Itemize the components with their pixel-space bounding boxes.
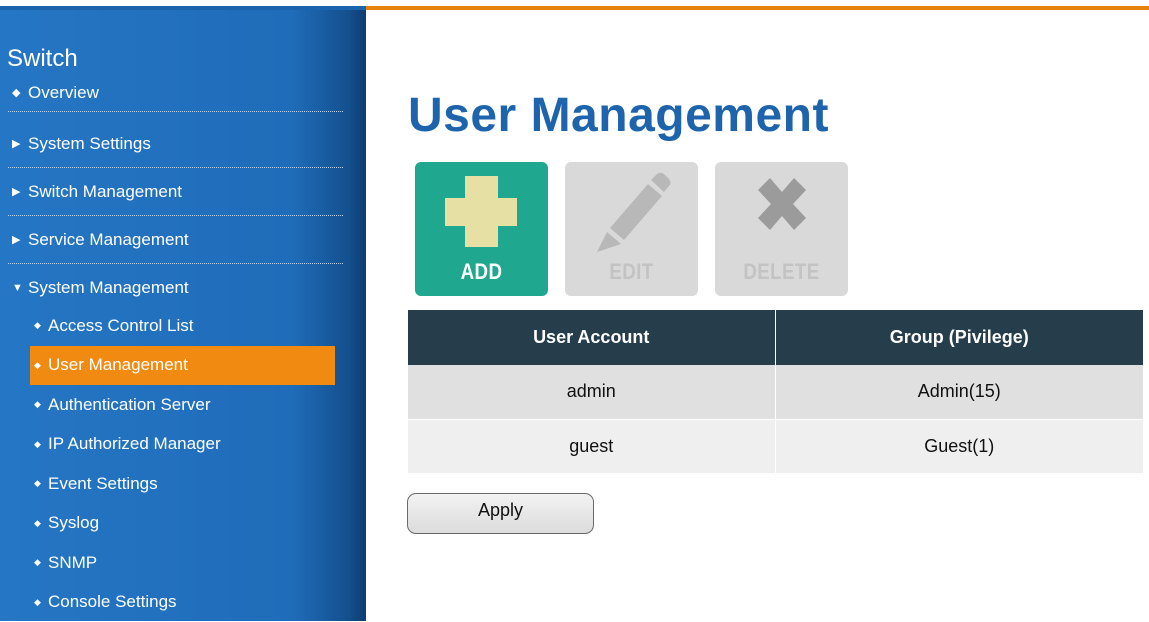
sidebar-item-label: System Settings: [28, 134, 151, 154]
cell-group: Guest(1): [775, 419, 1143, 473]
sidebar-item-label: Event Settings: [48, 474, 158, 494]
sidebar-item-label: Syslog: [48, 513, 99, 533]
sidebar-item-label: SNMP: [48, 553, 97, 573]
cell-user-account: guest: [408, 419, 775, 473]
column-header-user-account: User Account: [408, 310, 775, 365]
sidebar-submenu: ◆ Access Control List ◆ User Management ◆ A…: [30, 306, 335, 622]
sidebar-item-overview[interactable]: ◆ Overview: [8, 74, 343, 112]
triangle-right-icon: ▶: [12, 137, 22, 150]
bullet-icon: ◆: [34, 320, 42, 331]
bullet-icon: ◆: [34, 557, 42, 568]
sidebar-item-ip-authorized-manager[interactable]: ◆ IP Authorized Manager: [30, 425, 335, 465]
top-accent-bar: [366, 6, 1149, 10]
sidebar-item-switch-management[interactable]: ▶ Switch Management: [8, 168, 343, 216]
sidebar-item-system-management[interactable]: ▼ System Management: [8, 266, 343, 310]
add-button[interactable]: ADD: [415, 162, 548, 296]
bullet-icon: ◆: [34, 399, 42, 410]
delete-button[interactable]: DELETE: [715, 162, 848, 296]
sidebar-item-console-settings[interactable]: ◆ Console Settings: [30, 583, 335, 622]
sidebar-title: Switch: [7, 45, 78, 73]
page-title: User Management: [408, 88, 829, 143]
sidebar-item-label: User Management: [48, 355, 188, 375]
triangle-right-icon: ▶: [12, 185, 22, 198]
edit-button-label: EDIT: [575, 259, 688, 285]
sidebar-item-label: Authentication Server: [48, 395, 211, 415]
cell-group: Admin(15): [775, 365, 1143, 419]
sidebar-item-authentication-server[interactable]: ◆ Authentication Server: [30, 385, 335, 425]
bullet-icon: ◆: [34, 597, 42, 608]
user-table: User Account Group (Pivilege) admin Admi…: [408, 310, 1143, 473]
table-row[interactable]: admin Admin(15): [408, 365, 1143, 419]
sidebar-item-snmp[interactable]: ◆ SNMP: [30, 543, 335, 583]
sidebar-item-label: Access Control List: [48, 316, 194, 336]
sidebar-item-label: Console Settings: [48, 592, 177, 612]
triangle-right-icon: ▶: [12, 233, 22, 246]
column-header-group: Group (Pivilege): [775, 310, 1143, 365]
sidebar-item-syslog[interactable]: ◆ Syslog: [30, 504, 335, 544]
sidebar-item-label: Switch Management: [28, 182, 182, 202]
sidebar-item-system-settings[interactable]: ▶ System Settings: [8, 120, 343, 168]
edit-button[interactable]: EDIT: [565, 162, 698, 296]
bullet-icon: ◆: [34, 439, 42, 450]
bullet-icon: ◆: [34, 518, 42, 529]
sidebar-item-service-management[interactable]: ▶ Service Management: [8, 216, 343, 264]
bullet-icon: ◆: [34, 478, 42, 489]
sidebar-item-user-management[interactable]: ◆ User Management: [30, 346, 335, 386]
sidebar-item-access-control-list[interactable]: ◆ Access Control List: [30, 306, 335, 346]
delete-button-label: DELETE: [725, 259, 838, 285]
sidebar-item-label: Overview: [28, 83, 99, 103]
bullet-icon: ◆: [12, 86, 22, 99]
add-button-label: ADD: [425, 259, 538, 285]
triangle-down-icon: ▼: [12, 282, 22, 294]
sidebar: Switch ◆ Overview ▶ System Settings ▶ Switc…: [0, 10, 366, 621]
cell-user-account: admin: [408, 365, 775, 419]
sidebar-item-label: IP Authorized Manager: [48, 434, 221, 454]
table-header-row: User Account Group (Pivilege): [408, 310, 1143, 365]
sidebar-item-event-settings[interactable]: ◆ Event Settings: [30, 464, 335, 504]
sidebar-item-label: System Management: [28, 278, 189, 298]
bullet-icon: ◆: [34, 360, 42, 371]
apply-button[interactable]: Apply: [407, 493, 594, 534]
sidebar-item-label: Service Management: [28, 230, 189, 250]
table-row[interactable]: guest Guest(1): [408, 419, 1143, 473]
